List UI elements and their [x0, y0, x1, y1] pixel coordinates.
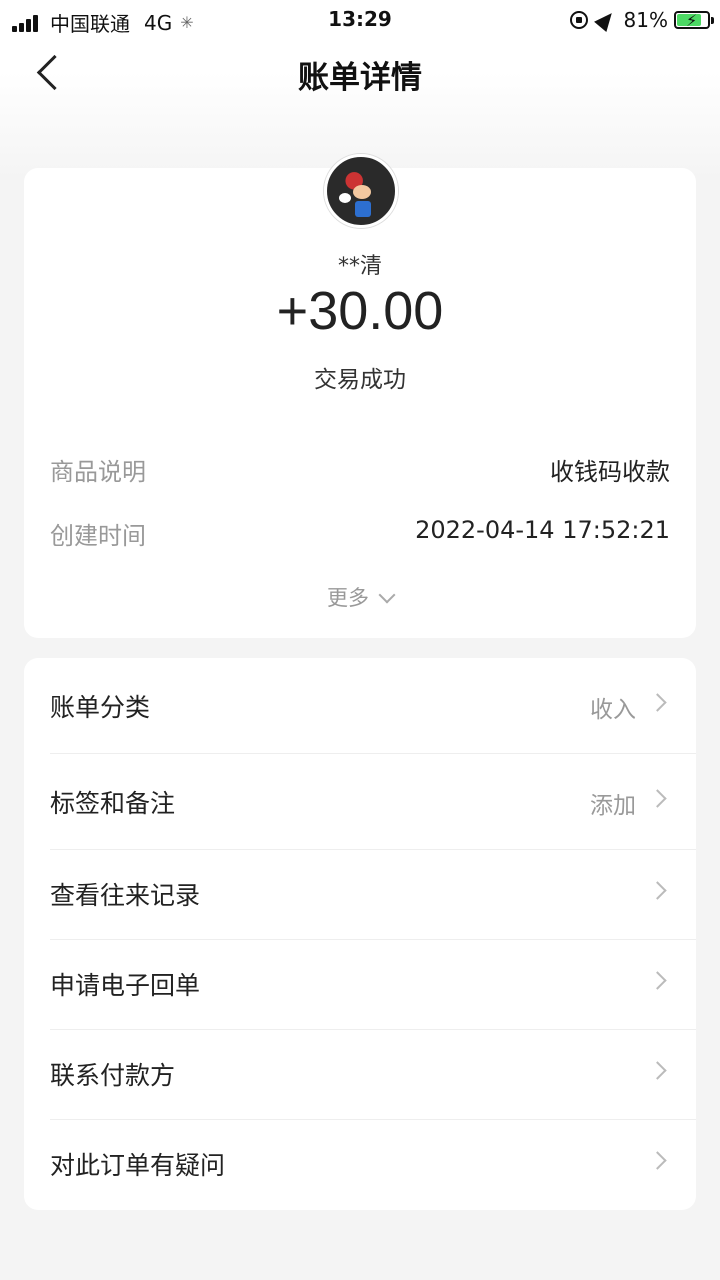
chevron-right-icon: [648, 1061, 667, 1080]
battery-percentage: 81%: [623, 8, 668, 32]
actions-card: 账单分类 收入 标签和备注 添加 查看往来记录 申请电子回单 联系付款方 对此订…: [24, 658, 696, 1210]
list-item-label: 查看往来记录: [50, 881, 201, 910]
chevron-right-icon: [648, 971, 667, 990]
list-item-value: 添加: [590, 793, 636, 819]
battery-icon: ⚡: [674, 11, 714, 30]
avatar[interactable]: [324, 154, 398, 228]
detail-key: 创建时间: [50, 522, 146, 550]
list-item-e-receipt[interactable]: 申请电子回单: [24, 940, 696, 1030]
status-right: 81% ⚡: [569, 7, 714, 33]
chevron-down-icon: [378, 586, 396, 604]
chevron-right-icon: [648, 881, 667, 900]
list-item-contact-payer[interactable]: 联系付款方: [24, 1030, 696, 1120]
chevron-right-icon: [648, 693, 667, 712]
list-item-label: 账单分类: [50, 693, 151, 722]
navigation-bar: 账单详情: [0, 40, 720, 106]
status-bar: 中国联通 4G ✳ 13:29 81% ⚡: [0, 0, 720, 38]
detail-key: 商品说明: [50, 458, 146, 486]
list-item-label: 联系付款方: [50, 1061, 176, 1090]
detail-row-created-time: 创建时间 2022-04-14 17:52:21: [50, 516, 670, 556]
detail-value: 收钱码收款: [550, 458, 670, 486]
list-item-view-records[interactable]: 查看往来记录: [24, 850, 696, 940]
transaction-summary-card: **清 +30.00 交易成功 商品说明 收钱码收款 创建时间 2022-04-…: [24, 154, 696, 638]
list-item-value: 收入: [590, 697, 636, 723]
page-title: 账单详情: [298, 60, 422, 96]
payer-name: **清: [337, 254, 382, 279]
transaction-amount: +30.00: [276, 281, 444, 341]
list-item-label: 标签和备注: [50, 789, 176, 818]
list-item-tags-notes[interactable]: 标签和备注 添加: [24, 754, 696, 850]
more-toggle-button[interactable]: 更多: [24, 582, 696, 612]
list-item-label: 对此订单有疑问: [50, 1151, 226, 1180]
detail-value: 2022-04-14 17:52:21: [415, 516, 670, 544]
more-label: 更多: [327, 586, 369, 610]
list-item-bill-category[interactable]: 账单分类 收入: [24, 658, 696, 754]
chevron-right-icon: [648, 789, 667, 808]
list-item-order-question[interactable]: 对此订单有疑问: [24, 1120, 696, 1210]
location-arrow-icon: [593, 7, 618, 33]
chevron-right-icon: [648, 1151, 667, 1170]
rotation-lock-icon: [569, 11, 588, 29]
transaction-status: 交易成功: [314, 367, 406, 393]
list-item-label: 申请电子回单: [50, 971, 201, 1000]
detail-row-product: 商品说明 收钱码收款: [50, 452, 670, 492]
